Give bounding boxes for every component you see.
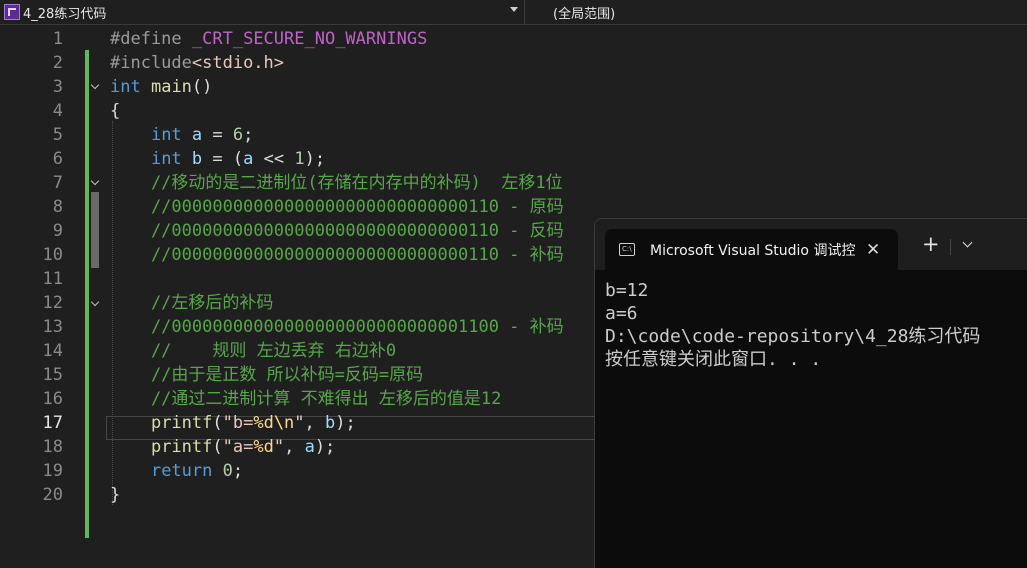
project-scope-label: 4_28练习代码: [23, 6, 107, 22]
code-comment: // 规则 左边丢弃 右边补0: [110, 341, 397, 361]
chevron-down-icon[interactable]: [510, 7, 518, 12]
line-number: 9: [52, 221, 63, 241]
code-comment: //由于是正数 所以补码=反码=原码: [110, 365, 424, 385]
line-number: 18: [42, 437, 63, 457]
console-tab-title: Microsoft Visual Studio 调试控: [650, 242, 856, 259]
code-text: }: [110, 485, 121, 505]
code-comment: //00000000000000000000000000000110 - 原码: [110, 197, 564, 217]
console-tab-bar: C:\ Microsoft Visual Studio 调试控 ✕ +: [595, 219, 1027, 270]
line-number: 16: [42, 389, 63, 409]
code-line: 1 #define _CRT_SECURE_NO_WARNINGS: [0, 27, 1027, 51]
code-line: 2 #include<stdio.h>: [0, 51, 1027, 75]
code-comment: //左移后的补码: [110, 293, 274, 313]
line-number: 2: [52, 53, 63, 73]
chevron-down-icon[interactable]: [964, 242, 972, 250]
line-number: 15: [42, 365, 63, 385]
line-number: 13: [42, 317, 63, 337]
line-number: 8: [52, 197, 63, 217]
console-output-line: D:\code\code-repository\4_28练习代码: [605, 326, 981, 347]
code-text: int a = 6;: [150, 125, 254, 145]
project-scope-dropdown[interactable]: 4_28练习代码: [0, 0, 522, 24]
line-number: 4: [52, 101, 63, 121]
code-comment: //00000000000000000000000000001100 - 补码: [110, 317, 564, 337]
line-number: 12: [42, 293, 63, 313]
line-number: 20: [42, 485, 63, 505]
console-output-line: 按任意键关闭此窗口. . .: [605, 349, 822, 370]
code-text: return 0;: [150, 461, 244, 481]
close-icon[interactable]: ✕: [866, 240, 880, 260]
plus-icon[interactable]: +: [922, 234, 940, 255]
console-output-line: a=6: [605, 303, 638, 324]
code-comment: //移动的是二进制位(存储在内存中的补码) 左移1位: [110, 173, 563, 193]
code-comment: //00000000000000000000000000000110 - 补码: [110, 245, 564, 265]
code-text: #define _CRT_SECURE_NO_WARNINGS: [110, 29, 428, 49]
line-number: 6: [52, 149, 63, 169]
member-scope-label: (全局范围): [553, 6, 616, 22]
console-tab[interactable]: C:\ Microsoft Visual Studio 调试控 ✕: [605, 229, 898, 270]
code-line: 7 //移动的是二进制位(存储在内存中的补码) 左移1位: [0, 171, 1027, 195]
line-number: 17: [42, 413, 63, 433]
project-icon: [4, 4, 20, 20]
code-line: 6 int b = (a << 1);: [0, 147, 1027, 171]
code-text: #include<stdio.h>: [110, 53, 285, 73]
terminal-icon: C:\: [619, 243, 635, 256]
code-comment: //00000000000000000000000000000110 - 反码: [110, 221, 564, 241]
code-comment: //通过二进制计算 不难得出 左移后的值是12: [110, 389, 502, 409]
code-text: {: [110, 101, 121, 121]
code-text: printf("b=%d\n", b);: [150, 413, 356, 433]
line-number: 7: [52, 173, 63, 193]
code-line: 5 int a = 6;: [0, 123, 1027, 147]
code-text: printf("a=%d", a);: [150, 437, 336, 457]
code-text: int main(): [110, 77, 213, 97]
tab-separator: [950, 239, 951, 255]
line-number: 14: [42, 341, 63, 361]
console-output-line: b=12: [605, 280, 649, 301]
navigation-bar: 4_28练习代码 (全局范围): [0, 0, 1027, 25]
code-line: 3 int main(): [0, 75, 1027, 99]
line-number: 5: [52, 125, 63, 145]
code-text: int b = (a << 1);: [150, 149, 326, 169]
line-number: 3: [52, 77, 63, 97]
line-number: 1: [52, 29, 63, 49]
line-number: 11: [42, 269, 63, 289]
debug-console-window[interactable]: C:\ Microsoft Visual Studio 调试控 ✕ + b=12…: [594, 218, 1027, 568]
code-line: 8 //00000000000000000000000000000110 - 原…: [0, 195, 1027, 219]
line-number: 10: [42, 245, 63, 265]
line-number: 19: [42, 461, 63, 481]
member-scope-dropdown[interactable]: (全局范围): [524, 0, 1027, 24]
code-line: 4 {: [0, 99, 1027, 123]
